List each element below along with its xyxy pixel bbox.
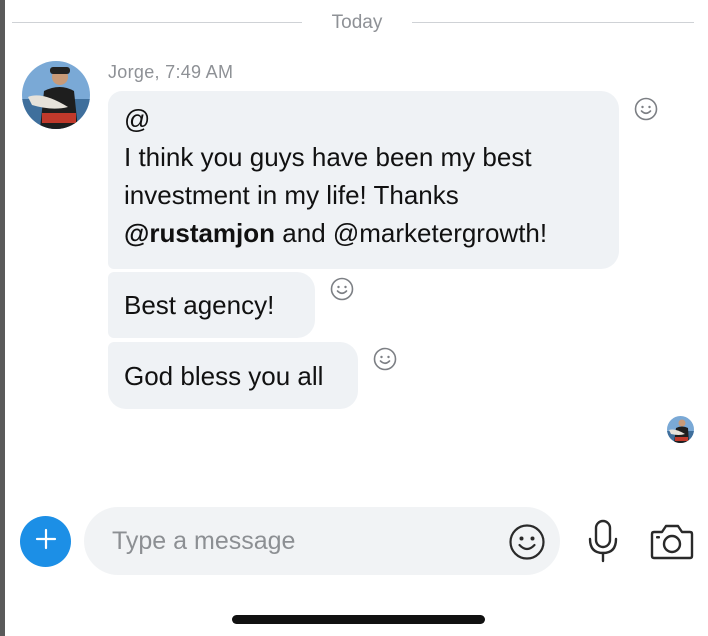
add-reaction-smiley-icon[interactable] bbox=[330, 277, 354, 301]
sender-avatar[interactable] bbox=[22, 61, 90, 129]
smiley-icon bbox=[509, 524, 545, 560]
message-input-placeholder: Type a message bbox=[112, 527, 296, 555]
message-bubble[interactable]: God bless you all bbox=[108, 342, 358, 409]
message-sender-time: Jorge, 7:49 AM bbox=[108, 62, 234, 82]
message-text: and @marketergrowth! bbox=[275, 218, 548, 248]
add-reaction-smiley-icon[interactable] bbox=[373, 347, 397, 371]
message-input[interactable]: Type a message bbox=[84, 507, 560, 575]
window-edge bbox=[0, 0, 5, 636]
camera-button[interactable] bbox=[650, 522, 694, 560]
message-line: @rustamjon and @marketergrowth! bbox=[124, 214, 603, 252]
add-reaction-smiley-icon[interactable] bbox=[634, 97, 658, 121]
message-line: God bless you all bbox=[124, 361, 324, 391]
divider-line-right bbox=[412, 22, 694, 23]
home-indicator bbox=[232, 615, 485, 624]
emoji-button[interactable] bbox=[508, 523, 546, 561]
add-attachment-button[interactable] bbox=[20, 516, 71, 567]
divider-line-left bbox=[12, 22, 302, 23]
plus-icon bbox=[34, 527, 58, 556]
date-divider: Today bbox=[12, 10, 696, 34]
voice-message-button[interactable] bbox=[586, 519, 620, 563]
message-line: @ bbox=[124, 104, 151, 134]
message-bubble[interactable]: @ I think you guys have been my best inv… bbox=[108, 91, 619, 269]
microphone-icon bbox=[588, 519, 618, 563]
message-line: I think you guys have been my best bbox=[124, 142, 532, 172]
mention-rustamjon[interactable]: @rustamjon bbox=[124, 218, 275, 248]
read-receipt-avatar bbox=[667, 416, 694, 443]
message-line: investment in my life! Thanks bbox=[124, 180, 459, 210]
date-divider-label: Today bbox=[331, 12, 383, 33]
camera-icon bbox=[650, 524, 694, 560]
message-line: Best agency! bbox=[124, 290, 275, 320]
message-bubble[interactable]: Best agency! bbox=[108, 272, 315, 338]
